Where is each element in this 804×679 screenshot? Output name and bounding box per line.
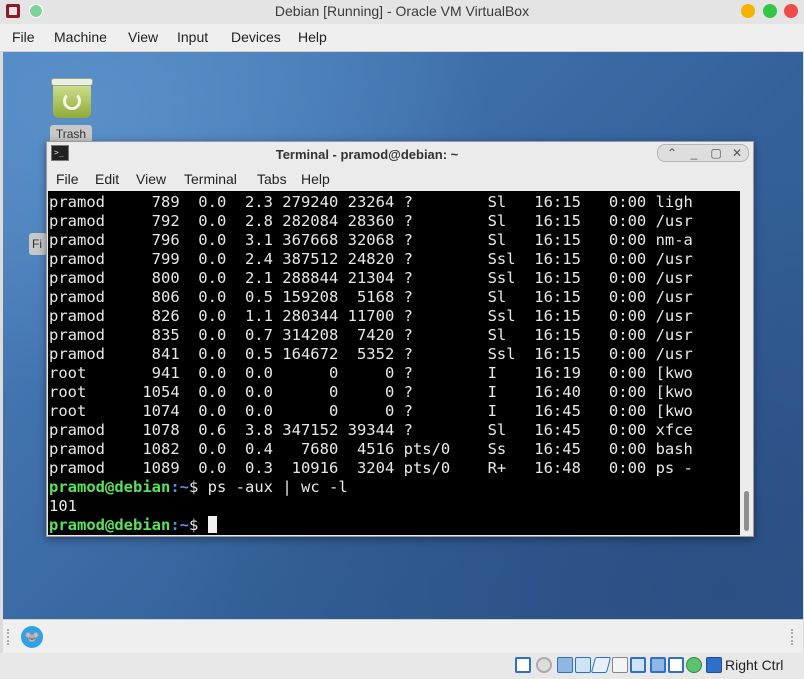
command-output: 101 (49, 497, 77, 515)
terminal-line: pramod 1078 0.6 3.8 347152 39344 ? Sl 16… (49, 421, 693, 439)
prompt-user: pramod@debian (49, 516, 171, 534)
minimize-icon[interactable]: _ (686, 146, 702, 160)
terminal-menu-help[interactable]: Help (301, 171, 330, 187)
virtualization-icon[interactable] (668, 657, 684, 673)
menu-view[interactable]: View (128, 29, 158, 45)
prompt-user: pramod@debian (49, 478, 171, 496)
terminal-line: pramod 1089 0.0 0.3 10916 3204 pts/0 R+ … (49, 459, 693, 477)
guest-additions-icon[interactable] (686, 657, 702, 673)
terminal-line: pramod 1082 0.0 0.4 7680 4516 pts/0 Ss 1… (49, 440, 693, 458)
terminal-line: pramod 835 0.0 0.7 314208 7420 ? Sl 16:1… (49, 326, 693, 344)
terminal-line: pramod 841 0.0 0.5 164672 5352 ? Ssl 16:… (49, 345, 693, 363)
terminal-menu-bar: File Edit View Terminal Tabs Help (47, 166, 753, 191)
command-line: pramod@debian:~$ ps -aux | wc -l (49, 478, 348, 497)
display-icon[interactable] (630, 657, 646, 673)
terminal-menu-edit[interactable]: Edit (95, 171, 119, 187)
trash-icon[interactable] (51, 78, 95, 122)
terminal-line: pramod 799 0.0 2.4 387512 24820 ? Ssl 16… (49, 250, 693, 268)
maximize-button[interactable] (763, 4, 777, 18)
terminal-line: pramod 796 0.0 3.1 367668 32068 ? Sl 16:… (49, 231, 693, 249)
close-icon[interactable]: ✕ (729, 146, 745, 160)
prompt-symbol: $ (189, 478, 199, 496)
xfce-panel: 🐭 (3, 619, 803, 653)
terminal-line: root 941 0.0 0.0 0 0 ? I 16:19 0:00 [kwo (49, 364, 693, 382)
terminal-menu-terminal[interactable]: Terminal (184, 171, 237, 187)
harddisk-icon[interactable] (515, 657, 531, 673)
terminal-menu-file[interactable]: File (56, 171, 79, 187)
terminal-title: Terminal - pramod@debian: ~ (275, 147, 459, 162)
terminal-window: >_ Terminal - pramod@debian: ~ ⌃ _ ▢ ✕ F… (46, 141, 754, 537)
terminal-line: pramod 800 0.0 2.1 288844 21304 ? Ssl 16… (49, 269, 693, 287)
prompt-path: :~ (170, 478, 189, 496)
host-status-bar: Right Ctrl (0, 653, 804, 679)
shared-folders-icon[interactable] (612, 657, 628, 673)
panel-grip[interactable] (7, 629, 15, 645)
terminal-output[interactable]: pramod 789 0.0 2.3 279240 23264 ? Sl 16:… (48, 191, 740, 535)
audio-icon[interactable] (557, 657, 573, 673)
prompt-path: :~ (170, 516, 189, 534)
network-icon[interactable] (575, 657, 591, 673)
chevron-up-icon[interactable]: ⌃ (664, 146, 680, 160)
menu-help[interactable]: Help (298, 29, 327, 45)
panel-grip-right[interactable] (791, 629, 799, 645)
window-title: Debian [Running] - Oracle VM VirtualBox (274, 3, 530, 19)
host-title-bar: Debian [Running] - Oracle VM VirtualBox (0, 0, 804, 24)
terminal-line: root 1054 0.0 0.0 0 0 ? I 16:40 0:00 [kw… (49, 383, 693, 401)
menu-input[interactable]: Input (177, 29, 208, 45)
terminal-window-controls: ⌃ _ ▢ ✕ (657, 144, 749, 162)
current-prompt-line[interactable]: pramod@debian:~$ (49, 516, 217, 535)
terminal-menu-tabs[interactable]: Tabs (257, 171, 287, 187)
usb-icon[interactable] (590, 657, 612, 673)
terminal-line: pramod 826 0.0 1.1 280344 11700 ? Ssl 16… (49, 307, 693, 325)
terminal-menu-view[interactable]: View (136, 171, 166, 187)
terminal-line: pramod 789 0.0 2.3 279240 23264 ? Sl 16:… (49, 193, 693, 211)
scrollbar-thumb[interactable] (744, 491, 749, 531)
menu-machine[interactable]: Machine (54, 29, 107, 45)
terminal-line: root 1074 0.0 0.0 0 0 ? I 16:45 0:00 [kw… (49, 402, 693, 420)
filesystem-label[interactable]: Fi (29, 233, 47, 255)
command-text: ps -aux | wc -l (198, 478, 348, 496)
terminal-scrollbar[interactable] (741, 191, 752, 535)
prompt-symbol: $ (189, 516, 199, 534)
terminal-line: pramod 792 0.0 2.8 282084 28360 ? Sl 16:… (49, 212, 693, 230)
text-cursor (207, 516, 217, 533)
whisker-menu-icon[interactable]: 🐭 (21, 626, 43, 648)
menu-devices[interactable]: Devices (231, 29, 281, 45)
terminal-line: pramod 806 0.0 0.5 159208 5168 ? Sl 16:1… (49, 288, 693, 306)
maximize-icon[interactable]: ▢ (708, 146, 724, 160)
video-capture-icon[interactable] (650, 657, 666, 673)
minimize-button[interactable] (741, 4, 755, 18)
host-key-label: Right Ctrl (725, 657, 784, 673)
optical-drive-icon[interactable] (536, 657, 552, 673)
host-key-icon[interactable] (706, 657, 722, 673)
menu-file[interactable]: File (12, 29, 35, 45)
terminal-title-bar[interactable]: >_ Terminal - pramod@debian: ~ ⌃ _ ▢ ✕ (47, 142, 753, 166)
close-button[interactable] (784, 4, 798, 18)
host-menu-bar: File Machine View Input Devices Help (0, 24, 804, 52)
